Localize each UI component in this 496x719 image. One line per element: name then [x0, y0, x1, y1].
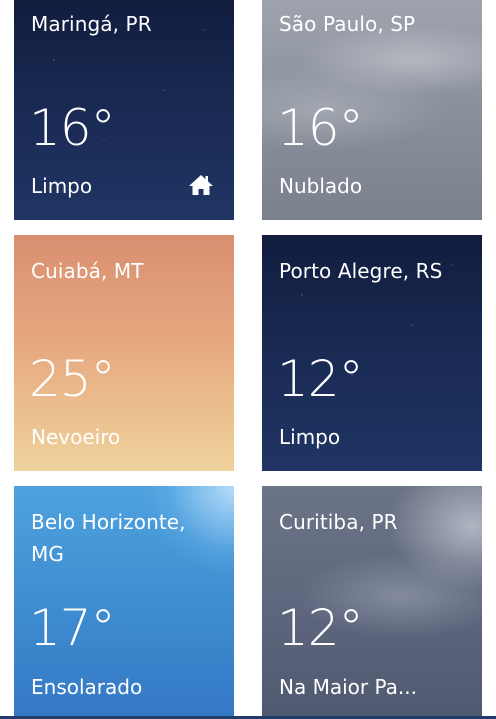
tile-temperature: 16°: [277, 99, 364, 157]
tile-temperature: 16°: [29, 99, 116, 157]
tile-city-name: Curitiba, PR: [279, 510, 398, 534]
tile-condition: Nevoeiro: [31, 425, 121, 449]
tile-condition: Ensolarado: [31, 675, 143, 699]
weather-tile-cuiaba[interactable]: Cuiabá, MT 25° Nevoeiro: [14, 235, 234, 471]
tile-temperature: 12°: [277, 350, 364, 408]
weather-tile-maringa[interactable]: Maringá, PR 16° Limpo: [14, 0, 234, 220]
tile-city-name: São Paulo, SP: [279, 12, 416, 36]
tile-condition: Nublado: [279, 174, 363, 198]
tile-temperature: 12°: [277, 599, 364, 657]
weather-tile-grid: Maringá, PR 16° Limpo São Paulo, SP 16° …: [0, 0, 496, 719]
tile-condition: Limpo: [279, 425, 341, 449]
home-icon: [189, 175, 213, 195]
tile-condition: Limpo: [31, 174, 93, 198]
tile-city-name: Maringá, PR: [31, 12, 152, 36]
tile-temperature: 17°: [29, 599, 116, 657]
weather-tile-sao-paulo[interactable]: São Paulo, SP 16° Nublado: [262, 0, 482, 220]
tile-city-name: Porto Alegre, RS: [279, 259, 443, 283]
tile-temperature: 25°: [29, 350, 116, 408]
weather-tile-porto-alegre[interactable]: Porto Alegre, RS 12° Limpo: [262, 235, 482, 471]
tile-city-name: Belo Horizonte, MG: [31, 510, 186, 566]
tile-city-name: Cuiabá, MT: [31, 259, 144, 283]
weather-tile-belo-horizonte[interactable]: Belo Horizonte, MG 17° Ensolarado: [14, 486, 234, 719]
weather-tile-curitiba[interactable]: Curitiba, PR 12° Na Maior Pa...: [262, 486, 482, 719]
tile-condition: Na Maior Pa...: [279, 675, 417, 699]
